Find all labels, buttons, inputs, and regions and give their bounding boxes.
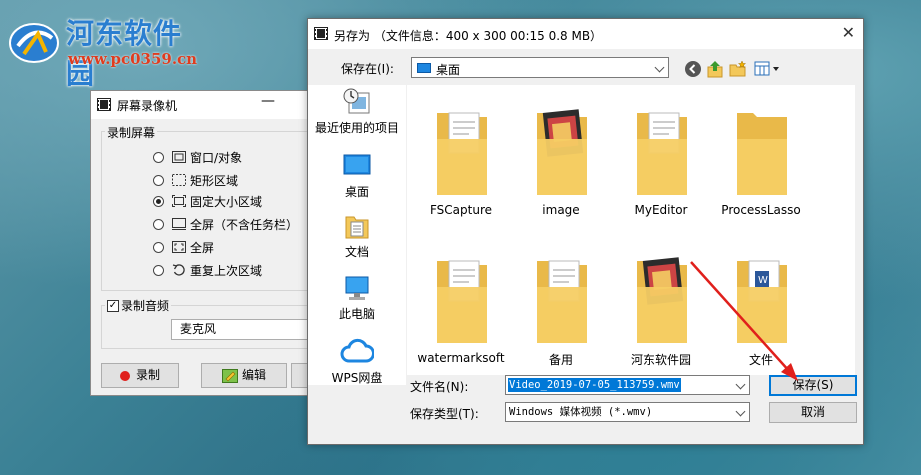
annotation-arrow bbox=[690, 261, 798, 381]
